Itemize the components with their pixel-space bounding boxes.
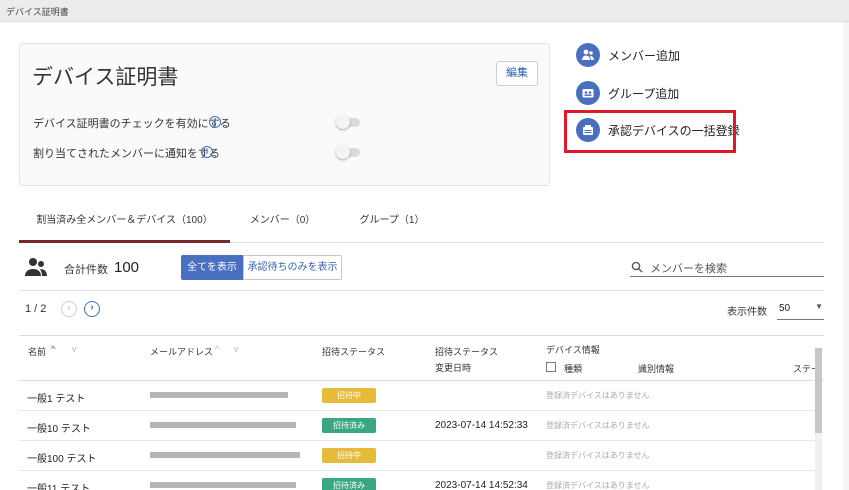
header-name[interactable]: 名前 (28, 345, 46, 358)
table-scrollbar[interactable] (815, 348, 822, 490)
member-name: 一般1 テスト (27, 394, 86, 405)
info-icon[interactable]: i (201, 146, 213, 158)
header-device-type: 種類 (564, 364, 583, 374)
header-status-changed-sub: 変更日時 (435, 363, 472, 373)
page-indicator: 1 / 2 (25, 303, 47, 315)
status-badge: 招待済み (322, 418, 376, 433)
prev-page-button[interactable]: ‹ (61, 301, 77, 317)
tab-groups[interactable]: グループ（1） (335, 207, 449, 243)
no-device-text: 登録済デバイスはありません (546, 421, 650, 430)
search-placeholder: メンバーを検索 (650, 263, 727, 275)
status-badge: 招待中 (322, 388, 376, 403)
member-search-input[interactable]: メンバーを検索 (630, 258, 824, 277)
edit-button[interactable]: 編集 (496, 61, 538, 86)
table-row[interactable]: 一般11 テスト 招待済み 2023-07-14 14:52:34 登録済デバイ… (19, 471, 817, 490)
per-page-value: 50 (779, 303, 791, 314)
member-email-redacted (150, 450, 300, 460)
setting-label-notify: 割り当てされたメンバーに通知をする (33, 148, 220, 160)
filter-all-button[interactable]: 全てを表示 (181, 255, 243, 280)
member-email-redacted (150, 420, 300, 430)
window-title: デバイス証明書 (6, 7, 69, 17)
table-row[interactable]: 一般10 テスト 招待済み 2023-07-14 14:52:33 登録済デバイ… (19, 411, 817, 441)
window-titlebar: デバイス証明書 (0, 0, 849, 22)
settings-card: デバイス証明書 編集 デバイス証明書のチェックを有効にする i 割り当てされたメ… (19, 43, 550, 186)
status-changed-at: 2023-07-14 14:52:34 (435, 480, 528, 490)
total-count-value: 100 (114, 259, 140, 276)
setting-label-check-enabled: デバイス証明書のチェックを有効にする (33, 118, 231, 130)
header-status-changed: 招待ステータス (435, 347, 499, 357)
add-group-button[interactable]: グループ追加 (576, 80, 679, 106)
table-row[interactable]: 一般100 テスト 招待中 登録済デバイスはありません (19, 441, 817, 471)
person-icon (576, 43, 600, 67)
select-all-checkbox[interactable] (546, 362, 556, 372)
no-device-text: 登録済デバイスはありません (546, 481, 650, 490)
members-table: 名前 ^ v メールアドレス ^ v 招待ステータス 招待ステータス 変更日時 … (19, 335, 824, 490)
member-name: 一般100 テスト (27, 454, 97, 465)
page-scrollbar[interactable] (843, 22, 849, 490)
status-badge: 招待中 (322, 448, 376, 463)
scrollbar-thumb[interactable] (815, 348, 822, 433)
per-page-select[interactable]: 50 ▼ (777, 300, 824, 320)
search-icon (631, 261, 643, 276)
member-name: 一般11 テスト (27, 484, 91, 490)
page-title: デバイス証明書 (32, 66, 179, 89)
sort-asc-icon[interactable]: ^ (51, 344, 55, 354)
member-email-redacted (150, 390, 300, 400)
users-icon (25, 256, 47, 281)
notify-toggle[interactable] (336, 145, 360, 159)
sort-desc-icon[interactable]: v (72, 344, 77, 354)
total-count-label: 合計件数 (64, 264, 108, 276)
add-member-label: メンバー追加 (608, 48, 681, 63)
info-icon[interactable]: i (209, 116, 221, 128)
add-member-button[interactable]: メンバー追加 (576, 42, 680, 68)
header-invite-status: 招待ステータス (322, 347, 386, 357)
header-device-info: デバイス情報 (546, 345, 600, 355)
tab-bar: 割当済み全メンバー＆デバイス（100） メンバー（0） グループ（1） (19, 207, 824, 243)
member-name: 一般10 テスト (27, 424, 91, 435)
status-changed-at: 2023-07-14 14:52:33 (435, 420, 528, 431)
chevron-down-icon: ▼ (815, 302, 823, 311)
no-device-text: 登録済デバイスはありません (546, 451, 650, 460)
no-device-text: 登録済デバイスはありません (546, 391, 650, 400)
divider (19, 290, 824, 291)
add-group-label: グループ追加 (608, 86, 680, 101)
tab-all-members-devices[interactable]: 割当済み全メンバー＆デバイス（100） (19, 207, 230, 243)
sort-asc-icon[interactable]: ^ (215, 344, 219, 354)
filter-waiting-button[interactable]: 承認待ちのみを表示 (243, 255, 342, 280)
highlight-box (564, 110, 736, 153)
check-enabled-toggle[interactable] (336, 115, 360, 129)
tab-members[interactable]: メンバー（0） (230, 207, 335, 243)
header-email[interactable]: メールアドレス (150, 345, 213, 358)
sort-desc-icon[interactable]: v (234, 344, 239, 354)
status-badge: 招待済み (322, 478, 376, 490)
table-row[interactable]: 一般1 テスト 招待中 登録済デバイスはありません (19, 381, 817, 411)
header-device-id: 識別情報 (638, 364, 675, 374)
next-page-button[interactable]: › (84, 301, 100, 317)
group-card-icon (576, 81, 600, 105)
table-header: 名前 ^ v メールアドレス ^ v 招待ステータス 招待ステータス 変更日時 … (19, 336, 824, 381)
per-page-label: 表示件数 (727, 307, 767, 318)
member-email-redacted (150, 480, 300, 490)
